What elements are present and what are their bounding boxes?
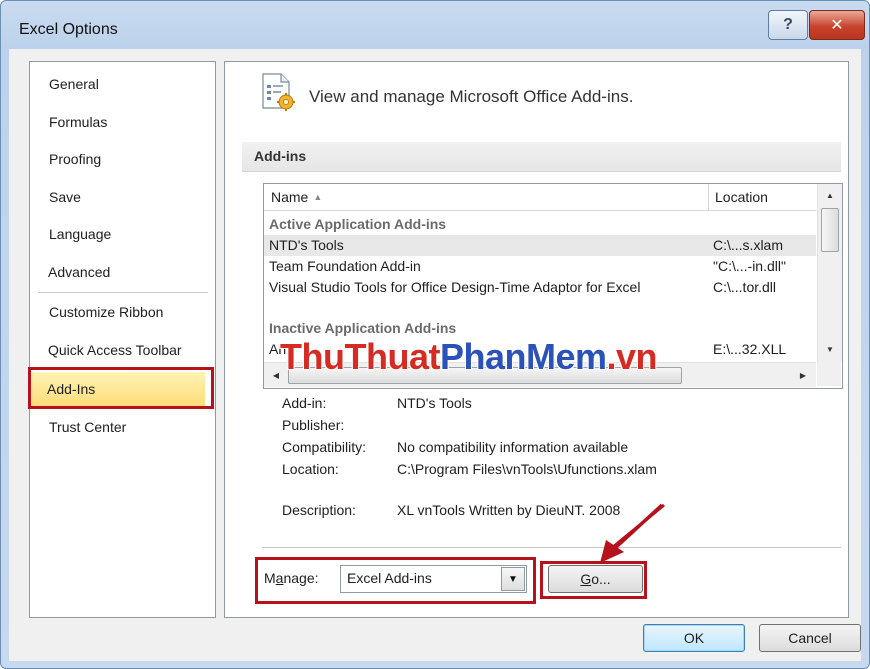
nav-general[interactable]: General (49, 72, 99, 96)
location-value: C:\Program Files\vnTools\Ufunctions.xlam (397, 461, 657, 477)
watermark-part2: PhanMem (439, 336, 607, 377)
addin-location: C:\...tor.dll (713, 279, 777, 295)
addin-detail-value: NTD's Tools (397, 395, 472, 411)
list-row[interactable]: NTD's Tools C:\...s.xlam (264, 235, 816, 256)
highlight-box-add-ins (28, 367, 214, 409)
group-label: Active Application Add-ins (269, 216, 447, 232)
addin-location: "C:\...-in.dll" (713, 258, 786, 274)
nav-quick-access-toolbar[interactable]: Quick Access Toolbar (48, 338, 182, 362)
compatibility-label: Compatibility: (282, 439, 367, 455)
nav-language[interactable]: Language (49, 222, 111, 246)
red-arrow-icon (612, 503, 665, 549)
scroll-up-icon[interactable]: ▲ (819, 186, 841, 204)
column-name-label: Name (271, 189, 309, 205)
site-watermark: ThuThuatPhanMem.vn (280, 336, 658, 378)
vertical-scrollbar[interactable]: ▲ ▼ (817, 184, 842, 362)
section-bar: Add-ins (242, 142, 841, 172)
highlight-box-manage (255, 557, 536, 604)
panel-header: View and manage Microsoft Office Add-ins… (309, 87, 634, 106)
ok-button[interactable]: OK (643, 624, 745, 652)
nav-customize-ribbon[interactable]: Customize Ribbon (49, 300, 163, 324)
compatibility-value: No compatibility information available (397, 439, 629, 455)
publisher-label: Publisher: (282, 417, 345, 433)
excel-options-dialog: Excel Options ? ✕ General Formulas Proof… (0, 0, 870, 669)
description-value: XL vnTools Written by DieuNT. 2008 (397, 502, 621, 518)
addin-name: NTD's Tools (269, 237, 344, 253)
scroll-corner (817, 362, 841, 386)
column-header-name[interactable]: Name ▲ (271, 189, 322, 205)
scroll-down-icon[interactable]: ▼ (819, 340, 841, 358)
addin-location: C:\...s.xlam (713, 237, 784, 253)
vertical-scroll-thumb[interactable] (821, 208, 839, 252)
dialog-client-area: General Formulas Proofing Save Language … (9, 49, 861, 661)
addin-detail-label: Add-in: (282, 395, 327, 411)
nav-save[interactable]: Save (49, 185, 81, 209)
options-nav: General Formulas Proofing Save Language … (29, 61, 216, 618)
watermark-part1: ThuThuat (280, 336, 440, 377)
addin-name: Visual Studio Tools for Office Design-Ti… (269, 279, 641, 295)
help-button[interactable]: ? (768, 10, 808, 40)
list-row[interactable]: Visual Studio Tools for Office Design-Ti… (264, 277, 816, 298)
nav-separator (38, 292, 208, 293)
addin-location: E:\...32.XLL (713, 341, 787, 357)
column-header-location[interactable]: Location (715, 189, 768, 205)
add-ins-panel: View and manage Microsoft Office Add-ins… (224, 61, 849, 618)
addin-name: Team Foundation Add-in (269, 258, 421, 274)
location-label: Location: (282, 461, 339, 477)
window-title: Excel Options (19, 21, 118, 38)
nav-advanced[interactable]: Advanced (48, 260, 110, 284)
nav-proofing[interactable]: Proofing (49, 147, 101, 171)
cancel-button[interactable]: Cancel (759, 624, 861, 652)
sort-ascending-icon: ▲ (313, 192, 323, 202)
list-header: Name ▲ Location (264, 184, 816, 211)
add-ins-gear-icon (262, 73, 295, 111)
scroll-right-icon[interactable]: ▶ (792, 366, 814, 384)
column-separator[interactable] (708, 184, 709, 210)
watermark-part3: .vn (606, 336, 658, 377)
manage-divider (262, 547, 841, 548)
nav-trust-center[interactable]: Trust Center (49, 415, 126, 439)
close-button[interactable]: ✕ (809, 10, 865, 40)
list-group-active: Active Application Add-ins (264, 214, 816, 235)
description-label: Description: (282, 502, 356, 518)
nav-formulas[interactable]: Formulas (49, 110, 107, 134)
section-title: Add-ins (254, 148, 307, 164)
list-row[interactable]: Team Foundation Add-in "C:\...-in.dll" (264, 256, 816, 277)
